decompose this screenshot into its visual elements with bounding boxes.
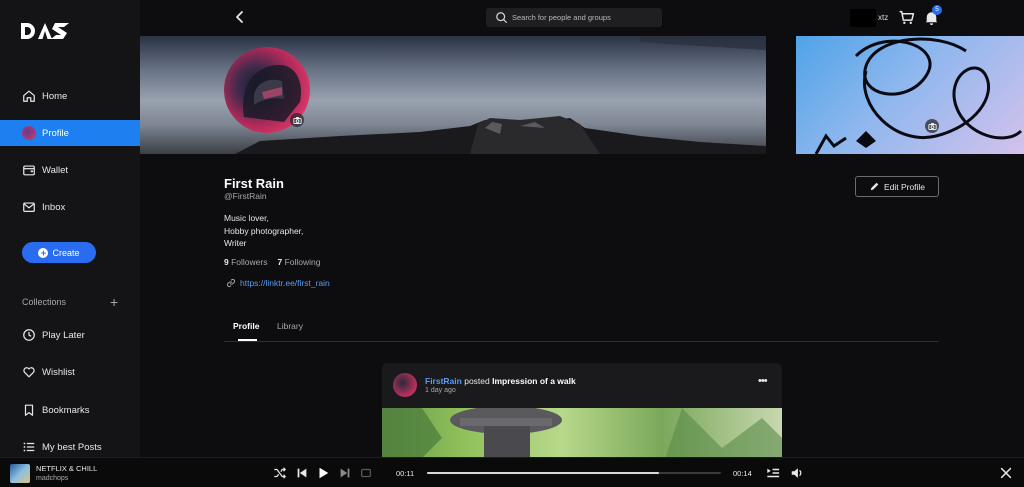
nav-home[interactable]: Home (0, 83, 140, 109)
collection-label: Wishlist (42, 366, 75, 378)
back-arrow-icon[interactable] (232, 9, 248, 25)
play-icon[interactable] (316, 466, 330, 480)
previous-track-icon[interactable] (295, 466, 309, 480)
avatar (22, 126, 36, 140)
collections-heading: Collections (22, 297, 67, 307)
tab-profile[interactable]: Profile (233, 321, 259, 331)
collection-label: Play Later (42, 329, 85, 341)
post-image-art (382, 406, 782, 463)
shuffle-icon[interactable] (273, 466, 287, 480)
edit-profile-button[interactable]: Edit Profile (855, 176, 939, 197)
bookmark-icon (24, 404, 34, 416)
progress-fill (427, 472, 660, 474)
logo[interactable] (20, 20, 76, 42)
search-box (486, 8, 662, 27)
collection-bookmarks[interactable]: Bookmarks (0, 397, 140, 423)
search-input[interactable] (512, 13, 652, 22)
post-image[interactable] (382, 406, 782, 463)
mail-icon (23, 202, 35, 212)
banner-artwork (796, 36, 1024, 154)
collection-label: My best Posts (42, 441, 102, 453)
profile-name: First Rain (224, 176, 284, 191)
nav-wallet[interactable]: Wallet (0, 157, 140, 183)
elapsed-time: 00:11 (396, 469, 415, 478)
create-button[interactable]: + Create (22, 242, 96, 263)
progress-bar[interactable] (427, 472, 721, 474)
home-icon (23, 90, 35, 102)
bio-line: Writer (224, 238, 247, 248)
clock-icon (23, 329, 35, 341)
profile-stats: 9 Followers 7 Following (224, 257, 321, 267)
edit-profile-label: Edit Profile (883, 181, 926, 192)
followers-stat[interactable]: 9 Followers (224, 257, 267, 267)
post-card: FirstRain posted Impression of a walk 1 … (382, 363, 782, 463)
post-timestamp: 1 day ago (425, 387, 456, 394)
following-label: Following (284, 257, 321, 267)
top-bar: xtz 5 (140, 0, 1024, 36)
collection-play-later[interactable]: Play Later (0, 322, 140, 348)
profile-bio: Music lover, Hobby photographer, Writer (224, 212, 303, 250)
bio-line: Hobby photographer, (224, 225, 304, 236)
app-root: Home Profile Wallet Inbox + Create Colle… (0, 0, 1024, 487)
list-icon (23, 442, 35, 452)
cart-icon[interactable] (898, 9, 915, 26)
create-button-label: Create (52, 247, 80, 258)
nav-inbox[interactable]: Inbox (0, 194, 140, 220)
post-author-avatar[interactable] (393, 373, 417, 397)
repeat-icon[interactable] (359, 466, 373, 480)
wallet-icon (23, 165, 35, 176)
post-title[interactable]: Impression of a walk (492, 376, 576, 386)
post-verb: posted (464, 376, 490, 386)
following-stat[interactable]: 7 Following (277, 257, 320, 267)
user-avatar[interactable] (850, 9, 876, 27)
tab-library[interactable]: Library (277, 321, 303, 331)
media-player: NETFLIX & CHILL madchops 00:11 00:14 (0, 457, 1024, 487)
profile-link-text: https://linktr.ee/first_rain (240, 278, 330, 288)
notification-badge: 5 (932, 5, 942, 15)
track-title[interactable]: NETFLIX & CHILL (36, 464, 97, 473)
artwork-scribble (814, 37, 1023, 154)
banner-divider (766, 36, 796, 154)
post-header: FirstRain posted Impression of a walk (425, 376, 576, 386)
nav-wallet-label: Wallet (42, 164, 69, 176)
volume-icon[interactable] (790, 466, 804, 480)
banner-camera-icon[interactable] (925, 119, 939, 133)
following-count: 7 (277, 257, 283, 267)
profile-tabs: Profile Library (224, 320, 939, 342)
nav-inbox-label: Inbox (42, 201, 66, 213)
profile-link[interactable]: https://linktr.ee/first_rain (226, 278, 330, 288)
next-track-icon[interactable] (338, 466, 352, 480)
plus-icon: + (38, 247, 49, 258)
search-icon (496, 12, 507, 23)
active-tab-indicator (238, 339, 257, 341)
heart-icon (23, 367, 35, 378)
followers-count: 9 (224, 257, 229, 267)
add-collection-icon[interactable]: + (110, 294, 118, 310)
user-name[interactable]: xtz (878, 13, 888, 22)
remaining-time: 00:14 (733, 469, 752, 478)
post-author-link[interactable]: FirstRain (425, 376, 462, 386)
avatar-camera-icon[interactable] (290, 113, 304, 127)
bio-line: Music lover, (224, 213, 269, 223)
nav-profile[interactable]: Profile (0, 120, 140, 146)
nav-profile-label: Profile (42, 127, 69, 139)
more-options-icon[interactable]: ••• (758, 375, 768, 387)
track-artwork[interactable] (10, 464, 30, 483)
nav-home-label: Home (42, 90, 68, 102)
queue-icon[interactable] (766, 466, 780, 480)
link-icon (226, 278, 236, 288)
followers-label: Followers (231, 257, 268, 267)
profile-handle: @FirstRain (224, 191, 267, 201)
track-artist[interactable]: madchops (36, 475, 68, 482)
sidebar: Home Profile Wallet Inbox + Create Colle… (0, 0, 140, 457)
pencil-icon (870, 182, 879, 191)
close-icon[interactable] (999, 466, 1013, 480)
collection-label: Bookmarks (42, 404, 90, 416)
collection-wishlist[interactable]: Wishlist (0, 359, 140, 385)
